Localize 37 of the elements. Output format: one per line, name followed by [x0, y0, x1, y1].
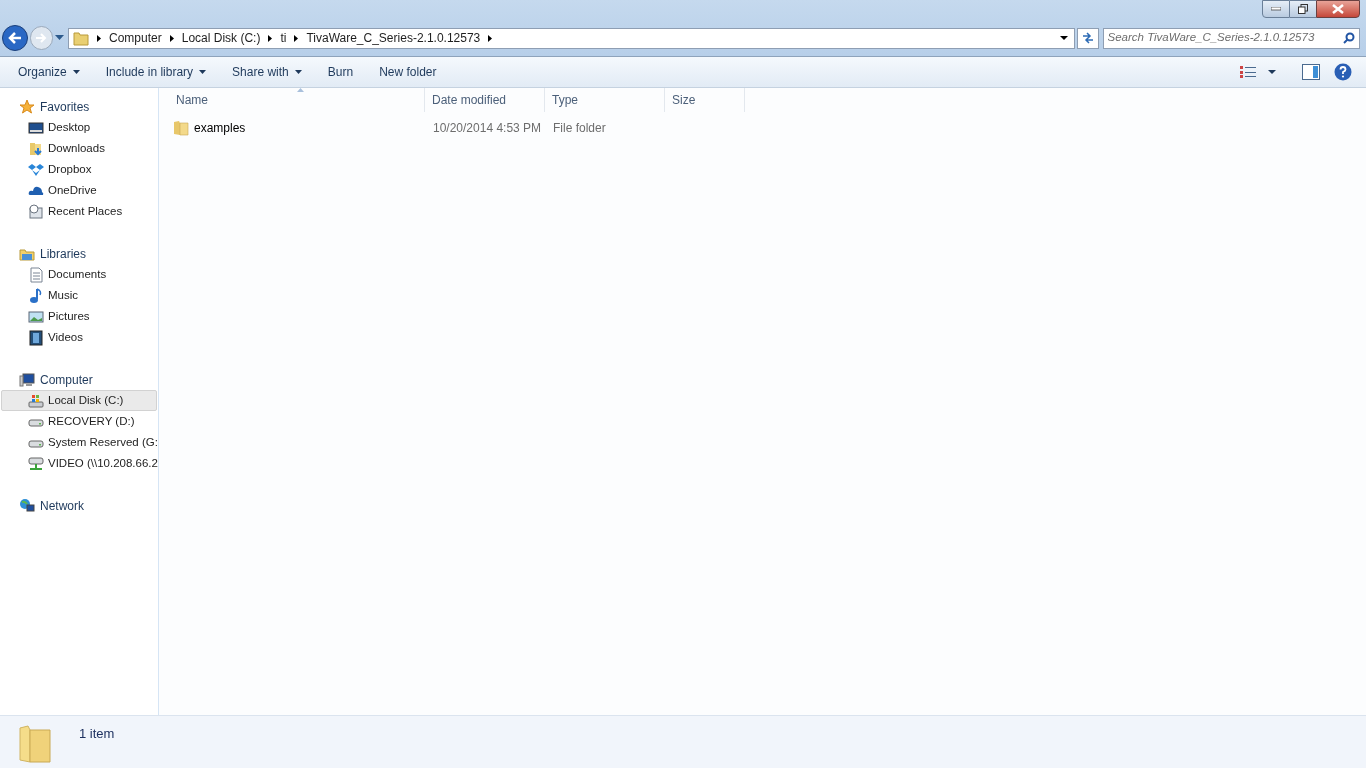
column-header[interactable]: Name: [169, 88, 425, 112]
sidebar-item[interactable]: Pictures: [1, 306, 157, 327]
sidebar-item[interactable]: Documents: [1, 264, 157, 285]
toolbar-button[interactable]: Burn: [317, 61, 364, 83]
sidebar-item[interactable]: Dropbox: [1, 159, 157, 180]
search-field[interactable]: Search TivaWare_C_Series-2.1.0.12573: [1102, 27, 1360, 49]
column-header[interactable]: Type: [545, 88, 665, 112]
sidebar-group[interactable]: Favorites: [0, 96, 158, 117]
sidebar-item[interactable]: RECOVERY (D:): [1, 411, 157, 432]
sidebar-item[interactable]: Videos: [1, 327, 157, 348]
sidebar-group[interactable]: Libraries: [0, 243, 158, 264]
item-count: 1 item: [79, 725, 115, 743]
sidebar-item[interactable]: Music: [1, 285, 157, 306]
sidebar-item[interactable]: OneDrive: [1, 180, 157, 201]
column-header[interactable]: Size: [665, 88, 745, 112]
file-name: examples: [194, 120, 246, 137]
sidebar-group[interactable]: Network: [0, 495, 158, 516]
toolbar-button[interactable]: Organize: [8, 61, 90, 83]
toolbar-button[interactable]: New folder: [369, 61, 447, 83]
sidebar-group[interactable]: Computer: [0, 369, 158, 390]
column-header[interactable]: Date modified: [425, 88, 545, 112]
breadcrumb[interactable]: ti: [280, 29, 287, 47]
date-modified: 10/20/2014 4:53 PM: [433, 121, 542, 135]
breadcrumb[interactable]: TivaWare_C_Series-2.1.0.12573: [306, 29, 481, 47]
breadcrumb[interactable]: Computer: [109, 29, 162, 47]
sidebar-item[interactable]: Desktop: [1, 117, 157, 138]
breadcrumb[interactable]: Local Disk (C:): [181, 29, 261, 47]
toolbar-button[interactable]: Include in library: [95, 61, 217, 83]
file-row[interactable]: examples 10/20/2014 4:53 PM File folder: [173, 117, 1366, 139]
sidebar-item[interactable]: Local Disk (C:): [1, 390, 157, 411]
address-bar[interactable]: Computer Local Disk (C:) ti TivaWare_C_Series-2.1.0.12573: [68, 27, 1075, 49]
file-type: File folder: [553, 121, 606, 135]
sidebar-item[interactable]: System Reserved (G:: [1, 432, 157, 453]
toolbar-button[interactable]: Share with: [222, 61, 312, 83]
sidebar-item[interactable]: Recent Places: [1, 201, 157, 222]
sidebar-item[interactable]: VIDEO (\\10.208.66.2: [1, 453, 157, 474]
sidebar-item[interactable]: Downloads: [1, 138, 157, 159]
